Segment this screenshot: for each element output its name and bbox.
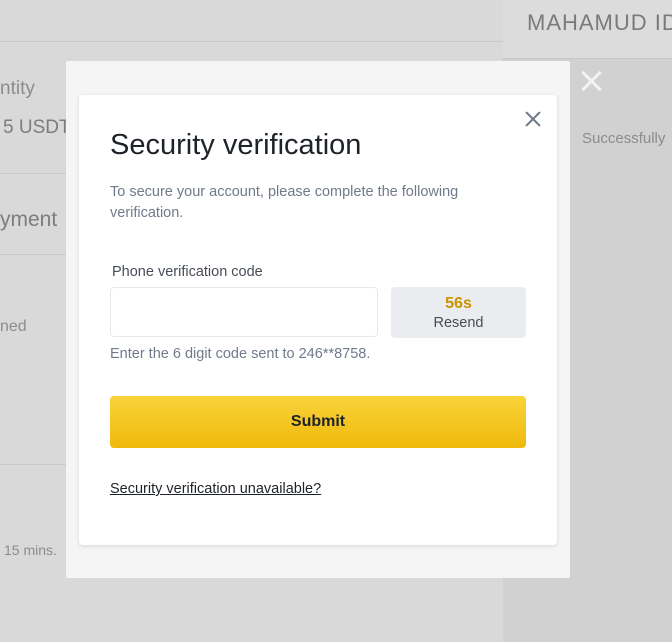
phone-code-input[interactable]: [110, 287, 378, 337]
resend-countdown: 56s: [445, 295, 472, 312]
verification-unavailable-link[interactable]: Security verification unavailable?: [110, 481, 321, 497]
background-text-timer: 15 mins.: [4, 542, 57, 558]
resend-button[interactable]: 56s Resend: [391, 287, 526, 338]
background-text-quantity: ntity: [0, 78, 35, 99]
background-text-confirmed: ned: [0, 318, 27, 335]
modal-title: Security verification: [110, 129, 362, 161]
background-right-title: MAHAMUD ID: [527, 10, 672, 35]
code-sent-hint: Enter the 6 digit code sent to 246**8758…: [110, 346, 371, 362]
modal-description: To secure your account, please complete …: [110, 184, 459, 221]
submit-button[interactable]: Submit: [110, 396, 526, 448]
phone-code-label: Phone verification code: [112, 264, 263, 280]
background-right-status: Successfully: [582, 130, 666, 147]
close-icon[interactable]: [522, 108, 544, 130]
background-text-payment: yment: [0, 208, 58, 231]
background-close-icon: [576, 66, 606, 96]
background-text-amount: 5 USDT: [3, 117, 71, 138]
security-verification-modal: Security verification To secure your acc…: [79, 95, 557, 545]
resend-label: Resend: [433, 315, 484, 331]
background-divider: [0, 41, 503, 42]
